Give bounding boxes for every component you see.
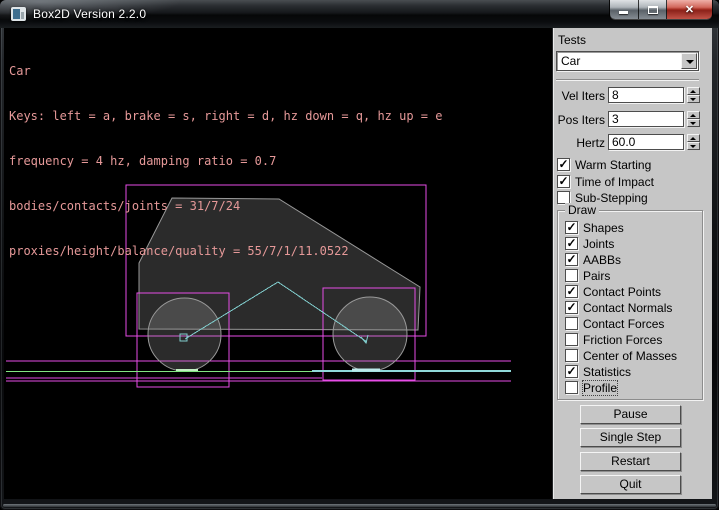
minimize-icon	[619, 11, 628, 14]
minimize-button[interactable]	[610, 0, 639, 19]
time-of-impact-checkbox[interactable]: ✓	[557, 175, 570, 188]
close-button[interactable]: ✕	[667, 0, 712, 19]
spinner-up-button[interactable]	[687, 87, 700, 95]
contact-normals-label: Contact Normals	[583, 301, 672, 315]
center-of-masses-label: Center of Masses	[583, 349, 677, 363]
hud-counts: bodies/contacts/joints = 31/7/24	[9, 199, 442, 214]
vel-iters-label: Vel Iters	[553, 89, 605, 103]
pause-button[interactable]: Pause	[580, 405, 681, 424]
contact-forces-label: Contact Forces	[583, 317, 664, 331]
pos-iters-label: Pos Iters	[553, 113, 605, 127]
hertz-label: Hertz	[553, 136, 605, 150]
joints-checkbox[interactable]: ✓	[565, 237, 578, 250]
hud-frequency: frequency = 4 hz, damping ratio = 0.7	[9, 154, 442, 169]
profile-checkbox[interactable]	[565, 381, 578, 394]
pairs-label: Pairs	[583, 269, 610, 283]
hud-test-name: Car	[9, 64, 442, 79]
restart-button[interactable]: Restart	[580, 452, 681, 471]
single-step-button[interactable]: Single Step	[580, 428, 681, 447]
dropdown-arrow-button[interactable]	[681, 53, 697, 69]
vel-iters-input[interactable]	[608, 87, 684, 103]
time-of-impact-label: Time of Impact	[575, 175, 654, 189]
hud-keys: Keys: left = a, brake = s, right = d, hz…	[9, 109, 442, 124]
tests-dropdown-value: Car	[561, 54, 580, 68]
window-bottom-border	[3, 504, 716, 507]
draw-group: Draw ✓ Shapes ✓ Joints ✓ AABBs Pairs ✓ C…	[557, 210, 703, 400]
control-panel: Tests Car Vel Iters Pos Iters Hertz	[552, 28, 712, 499]
contact-points-checkbox[interactable]: ✓	[565, 285, 578, 298]
warm-starting-label: Warm Starting	[575, 158, 651, 172]
pos-iters-input[interactable]	[608, 111, 684, 127]
maximize-button[interactable]	[639, 0, 667, 19]
hud-tree-stats: proxies/height/balance/quality = 55/7/1/…	[9, 244, 442, 259]
contact-points-label: Contact Points	[583, 285, 661, 299]
window-controls: ✕	[610, 0, 712, 19]
center-of-masses-checkbox[interactable]	[565, 349, 578, 362]
joints-label: Joints	[583, 237, 614, 251]
friction-forces-label: Friction Forces	[583, 333, 662, 347]
profile-label: Profile	[583, 381, 617, 395]
client-area: Car Keys: left = a, brake = s, right = d…	[4, 28, 712, 499]
pairs-checkbox[interactable]	[565, 269, 578, 282]
tests-label: Tests	[558, 33, 586, 47]
aabbs-label: AABBs	[583, 253, 621, 267]
aabbs-checkbox[interactable]: ✓	[565, 253, 578, 266]
maximize-icon	[648, 6, 658, 14]
draw-group-title: Draw	[565, 203, 599, 217]
simulation-canvas[interactable]: Car Keys: left = a, brake = s, right = d…	[4, 28, 552, 499]
quit-button[interactable]: Quit	[580, 475, 681, 494]
debug-hud: Car Keys: left = a, brake = s, right = d…	[9, 34, 442, 289]
friction-forces-checkbox[interactable]	[565, 333, 578, 346]
hertz-spinner	[687, 134, 700, 150]
spinner-up-button[interactable]	[687, 111, 700, 119]
spinner-down-button[interactable]	[687, 119, 700, 127]
spinner-up-button[interactable]	[687, 134, 700, 142]
contact-forces-checkbox[interactable]	[565, 317, 578, 330]
warm-starting-checkbox[interactable]: ✓	[557, 158, 570, 171]
shapes-label: Shapes	[583, 221, 624, 235]
pos-iters-spinner	[687, 111, 700, 127]
right-wheel	[333, 297, 407, 371]
contact-normals-checkbox[interactable]: ✓	[565, 301, 578, 314]
shapes-checkbox[interactable]: ✓	[565, 221, 578, 234]
window-title: Box2D Version 2.2.0	[33, 7, 146, 21]
close-icon: ✕	[667, 3, 712, 16]
app-icon	[11, 7, 26, 21]
statistics-checkbox[interactable]: ✓	[565, 365, 578, 378]
statistics-label: Statistics	[583, 365, 631, 379]
tests-dropdown[interactable]: Car	[556, 51, 699, 71]
app-window: Box2D Version 2.2.0 ✕ Car Keys: left = a…	[0, 0, 719, 510]
hertz-input[interactable]	[608, 134, 684, 150]
chevron-down-icon	[686, 60, 694, 64]
vel-iters-spinner	[687, 87, 700, 103]
spinner-down-button[interactable]	[687, 95, 700, 103]
titlebar[interactable]: Box2D Version 2.2.0 ✕	[0, 0, 719, 28]
spinner-down-button[interactable]	[687, 142, 700, 150]
separator	[556, 79, 699, 81]
